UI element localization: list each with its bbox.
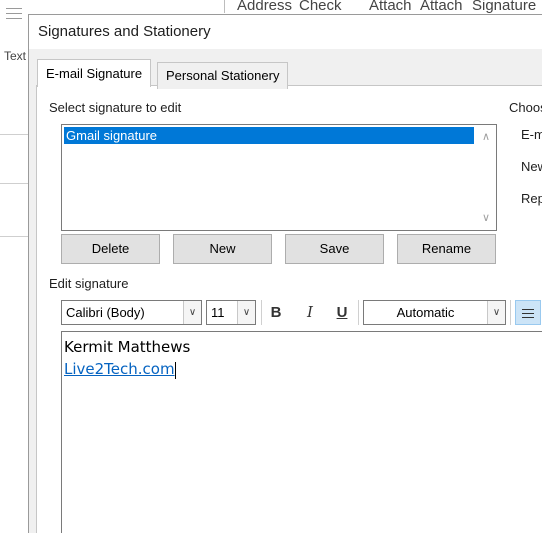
replies-forwards-label: Rep [521,191,542,206]
list-item[interactable]: Gmail signature [64,127,474,144]
choose-default-heading: Choos [509,100,542,115]
divider-line [0,183,28,184]
rename-button[interactable]: Rename [397,234,496,264]
rename-button-label: Rename [421,241,472,256]
new-button-label: New [209,241,236,256]
toolbar-separator [358,300,359,325]
toolbar-separator [261,300,262,325]
divider-line [0,236,28,237]
font-color-value: Automatic [396,305,455,320]
align-left-icon[interactable] [515,300,541,325]
scroll-up-icon[interactable]: ∧ [480,131,492,143]
tab-email-signature-label: E-mail Signature [46,66,143,81]
save-button[interactable]: Save [285,234,384,264]
font-value: Calibri (Body) [66,305,145,320]
chevron-down-icon[interactable]: ∨ [237,301,255,324]
text-caret [174,362,176,379]
signature-name: Gmail signature [66,128,158,143]
chevron-down-icon[interactable]: ∨ [183,301,201,324]
edit-signature-label: Edit signature [49,276,129,291]
signature-editor[interactable]: Kermit Matthews Live2Tech.com [61,331,542,533]
underline-button[interactable]: U [330,300,354,325]
list-scrollbar[interactable]: ∧ ∨ [476,125,496,230]
dialog-title: Signatures and Stationery [38,23,211,40]
menu-icon[interactable] [6,8,22,23]
toolbar-divider [224,0,225,13]
italic-button[interactable]: I [298,300,322,325]
font-size-value: 11 [211,305,225,320]
toolbar-attach-file[interactable]: Attach [369,0,412,14]
tab-personal-stationery[interactable]: Personal Stationery [157,62,289,89]
font-size-select[interactable]: 11 ∨ [206,300,256,325]
tab-personal-stationery-label: Personal Stationery [166,68,280,83]
divider-line [0,134,28,135]
new-button[interactable]: New [173,234,272,264]
bold-button[interactable]: B [264,300,288,325]
chevron-down-icon[interactable]: ∨ [487,301,505,324]
save-button-label: Save [319,241,350,256]
editor-link[interactable]: Live2Tech.com [64,360,175,378]
font-select[interactable]: Calibri (Body) ∨ [61,300,202,325]
dialog-titlebar[interactable]: Signatures and Stationery [29,15,542,49]
editor-name-line: Kermit Matthews [64,338,191,356]
scroll-down-icon[interactable]: ∨ [480,212,492,224]
font-color-select[interactable]: Automatic ∨ [363,300,506,325]
select-signature-label: Select signature to edit [49,100,182,115]
delete-button-label: Delete [91,241,130,256]
delete-button[interactable]: Delete [61,234,160,264]
toolbar-signature[interactable]: Signature [472,0,536,14]
toolbar-address[interactable]: Address [237,0,292,14]
email-account-label: E-m [521,127,542,142]
toolbar-separator [510,300,511,325]
new-messages-label: New [521,159,542,174]
tab-email-signature[interactable]: E-mail Signature [37,59,152,87]
signature-list[interactable]: Gmail signature ∧ ∨ [61,124,497,231]
toolbar-check[interactable]: Check [299,0,342,14]
toolbar-attach-item[interactable]: Attach [420,0,463,14]
ribbon-text-group-label: Text [4,49,27,63]
